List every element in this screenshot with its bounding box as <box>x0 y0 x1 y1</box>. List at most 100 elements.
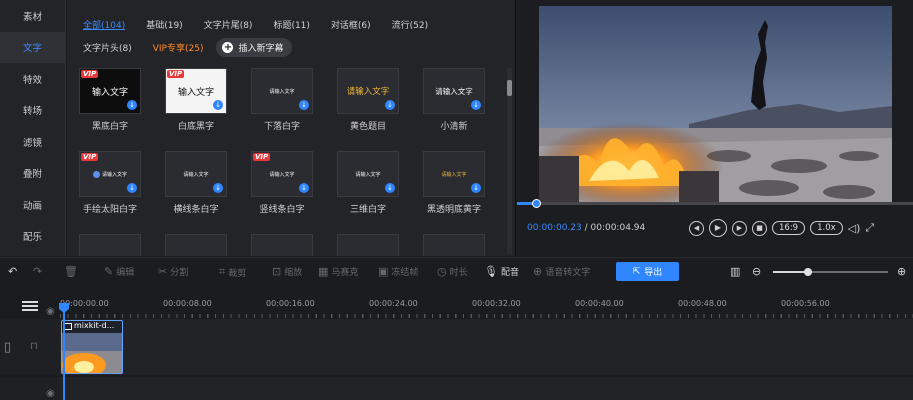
tab-basic[interactable]: 基础(19) <box>146 18 182 31</box>
edit-label: 编辑 <box>116 268 135 278</box>
speech-to-text-button[interactable]: ⊕ 语音转文字 <box>533 265 590 278</box>
thumbnail-text: 请输入文字 <box>441 171 467 178</box>
template-card[interactable] <box>165 234 227 256</box>
eye-icon[interactable]: ◉ <box>46 306 55 317</box>
template-thumbnail: VIP 请输入文字 ↓ <box>251 151 313 197</box>
template-label: 白底黑字 <box>177 122 214 132</box>
progress-knob[interactable] <box>532 199 541 208</box>
template-card[interactable]: VIP 请输入文字 ↓ 竖线条白字 <box>251 151 313 215</box>
duration-button[interactable]: ◷ 时长 <box>437 265 468 278</box>
preview-video-frame[interactable] <box>539 6 892 203</box>
track-menu-icon[interactable] <box>22 301 38 313</box>
download-icon[interactable]: ↓ <box>213 100 223 110</box>
nav-item-music[interactable]: 配乐 <box>0 221 65 253</box>
video-preview-panel: 00:00:00.23 / 00:00:04.94 ◀ ▶ ▶ ■ 16:9 1… <box>517 0 913 256</box>
template-card[interactable] <box>79 234 141 256</box>
template-card[interactable]: VIP 输入文字 ↓ 白底黑字 <box>165 68 227 132</box>
download-icon[interactable]: ↓ <box>299 183 309 193</box>
eye-icon[interactable]: ◉ <box>46 388 55 399</box>
template-card[interactable]: 请输入文字 ↓ 黑透明底黄字 <box>423 151 485 215</box>
template-card[interactable]: 请输入文字 ↓ 三维白字 <box>337 151 399 215</box>
fit-timeline-icon[interactable]: ▥ <box>730 265 740 278</box>
fullscreen-icon[interactable]: ⤢ <box>865 221 874 235</box>
tab-text-ending[interactable]: 文字片尾(8) <box>204 18 253 31</box>
delete-icon[interactable]: 🗑 <box>64 265 78 278</box>
track[interactable] <box>60 377 913 400</box>
insert-subtitle-button[interactable]: + 插入新字幕 <box>216 38 293 57</box>
template-card[interactable]: 请输入文字 ↓ 黄色题目 <box>337 68 399 132</box>
template-card[interactable] <box>337 234 399 256</box>
tab-text-opening[interactable]: 文字片头(8) <box>83 41 132 54</box>
tab-vip-exclusive[interactable]: VIP专享(25) <box>153 41 204 54</box>
download-icon[interactable]: ↓ <box>299 100 309 110</box>
timeline-playhead[interactable] <box>63 305 65 400</box>
video-clip[interactable]: mixkit-d... <box>61 320 123 374</box>
zoom-out-icon[interactable]: ⊖ <box>752 265 761 278</box>
nav-item-animation[interactable]: 动画 <box>0 189 65 221</box>
undo-icon[interactable]: ↶ <box>8 265 17 278</box>
template-thumbnail: VIP 请输入文字 ↓ <box>79 151 141 197</box>
plus-icon: + <box>222 42 234 53</box>
nav-item-text[interactable]: 文字 <box>0 31 65 63</box>
timeline-zoom-slider[interactable] <box>773 268 888 276</box>
scrollbar-thumb[interactable] <box>507 80 512 96</box>
export-label: 导出 <box>644 268 663 278</box>
mosaic-button[interactable]: ▦ 马赛克 <box>318 265 358 278</box>
download-icon[interactable]: ↓ <box>385 183 395 193</box>
category-sidebar: 素材 文字 特效 转场 滤镜 叠附 动画 配乐 <box>0 0 66 256</box>
tab-dialog[interactable]: 对话框(6) <box>331 18 371 31</box>
split-button[interactable]: ✂ 分割 <box>158 265 188 278</box>
download-icon[interactable]: ↓ <box>385 100 395 110</box>
download-icon[interactable]: ↓ <box>213 183 223 193</box>
download-icon[interactable]: ↓ <box>471 183 481 193</box>
tab-all[interactable]: 全部(104) <box>83 18 125 31</box>
template-card[interactable]: VIP 请输入文字 ↓ 手绘太阳白字 <box>79 151 141 215</box>
category-tabs-row2: 文字片头(8) VIP专享(25) + 插入新字幕 <box>83 38 293 57</box>
template-card[interactable]: 请输入文字 ↓ 下落白字 <box>251 68 313 132</box>
edit-button[interactable]: ✎ 编辑 <box>104 265 134 278</box>
previous-frame-icon[interactable]: ◀ <box>689 220 704 236</box>
template-card[interactable] <box>423 234 485 256</box>
nav-item-effects[interactable]: 特效 <box>0 63 65 95</box>
aspect-ratio-select[interactable]: 16:9 <box>772 221 806 235</box>
nav-item-filters[interactable]: 滤镜 <box>0 126 65 158</box>
thumbnail-text: 输入文字 <box>91 87 128 98</box>
zoom-in-icon[interactable]: ⊕ <box>897 265 906 278</box>
tab-popular[interactable]: 流行(52) <box>392 18 428 31</box>
dub-button[interactable]: 🎙 配音 <box>484 265 519 278</box>
crop-button[interactable]: ⌗ 裁剪 <box>219 265 246 279</box>
stop-icon[interactable]: ■ <box>752 220 767 236</box>
crop-label: 裁剪 <box>228 268 247 279</box>
volume-icon[interactable]: ◁) <box>848 222 861 235</box>
template-card[interactable] <box>251 234 313 256</box>
playback-progress-bar[interactable] <box>517 199 913 208</box>
redo-icon[interactable]: ↷ <box>33 265 42 278</box>
nav-item-material[interactable]: 素材 <box>0 0 65 32</box>
playback-speed-select[interactable]: 1.0x <box>810 221 843 235</box>
template-card[interactable]: VIP 输入文字 ↓ 黑底白字 <box>79 68 141 132</box>
next-frame-icon[interactable]: ▶ <box>732 220 747 236</box>
zoom-button[interactable]: ⊡ 缩放 <box>272 265 302 278</box>
ruler-label: 00:00:08.00 <box>163 299 212 308</box>
template-card[interactable]: 请输入文字 ↓ 小清新 <box>423 68 485 132</box>
download-icon[interactable]: ↓ <box>471 100 481 110</box>
speech-to-text-label: 语音转文字 <box>545 268 591 278</box>
template-label: 黑透明底黄字 <box>426 205 481 215</box>
download-icon[interactable]: ↓ <box>127 183 137 193</box>
tab-title[interactable]: 标题(11) <box>273 18 309 31</box>
download-icon[interactable]: ↓ <box>127 100 137 110</box>
export-button[interactable]: ⇱ 导出 <box>616 262 679 281</box>
template-card[interactable]: 请输入文字 ↓ 横线条白字 <box>165 151 227 215</box>
video-track[interactable] <box>60 319 913 375</box>
zoom-slider-knob[interactable] <box>803 268 812 276</box>
play-icon[interactable]: ▶ <box>709 219 727 237</box>
library-scrollbar[interactable] <box>507 68 512 254</box>
thumbnail-text: 请输入文字 <box>269 88 295 95</box>
vip-badge: VIP <box>81 153 99 161</box>
nav-item-transitions[interactable]: 转场 <box>0 95 65 127</box>
timeline-panel: 00:00:00.00 00:00:08.00 00:00:16.00 00:0… <box>0 286 913 400</box>
freeze-frame-button[interactable]: ▣ 冻结帧 <box>378 265 418 278</box>
nav-item-overlays[interactable]: 叠附 <box>0 158 65 190</box>
lock-icon[interactable]: ⊓ <box>30 341 38 352</box>
timeline-ruler[interactable]: 00:00:00.00 00:00:08.00 00:00:16.00 00:0… <box>60 286 913 318</box>
